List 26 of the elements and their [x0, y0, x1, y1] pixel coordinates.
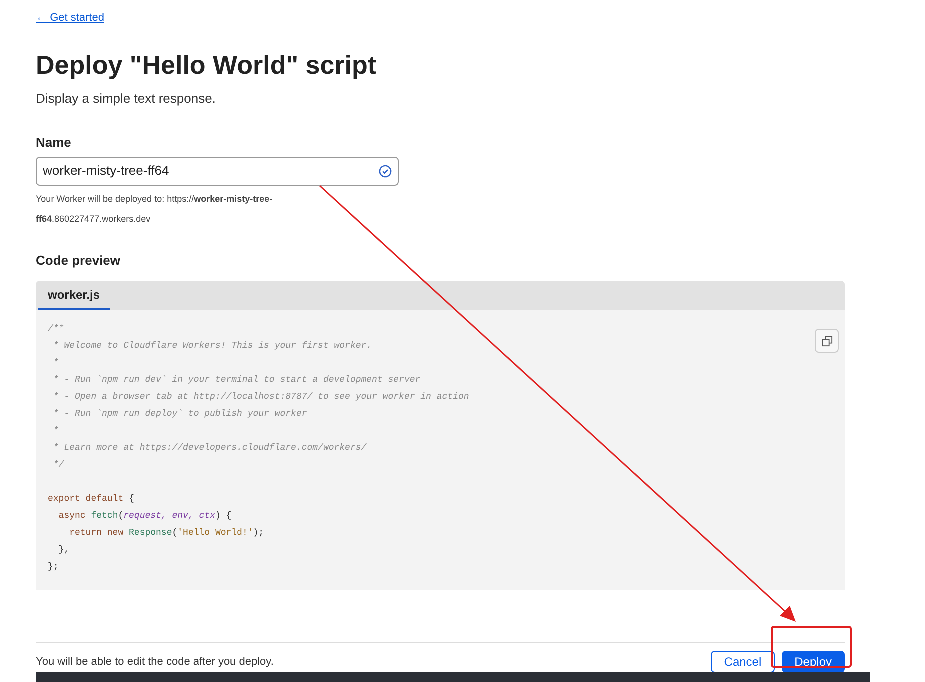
name-label: Name	[36, 134, 72, 152]
file-tab[interactable]: worker.js	[38, 281, 110, 310]
cancel-button[interactable]: Cancel	[711, 651, 775, 673]
code-line: };	[48, 561, 59, 574]
code-line: * - Run `npm run dev` in your terminal to start a development server	[52, 374, 421, 387]
code-line: export default {	[48, 493, 134, 506]
code-line: },	[58, 544, 70, 557]
code-preview-heading: Code preview	[36, 252, 122, 270]
copy-icon	[822, 336, 832, 346]
code-line: * Learn more at https://developers.cloudflare.com/workers/	[52, 442, 367, 455]
code-line: /**	[48, 323, 64, 336]
back-link[interactable]: ← Get started	[36, 10, 104, 26]
footer-note: You will be able to edit the code after you deploy.	[36, 654, 274, 670]
page-subtitle: Display a simple text response.	[36, 90, 217, 108]
code-line: * - Open a browser tab at http://localhost:8787/ to see your worker in action	[52, 391, 470, 404]
page-title: Deploy "Hello World" script	[36, 48, 378, 80]
copy-button[interactable]	[815, 329, 839, 353]
code-line: * Welcome to Cloudflare Workers! This is your first worker.	[52, 340, 372, 353]
code-line: */	[52, 459, 64, 472]
code-line: *	[52, 425, 59, 438]
code-line: * - Run `npm run deploy` to publish your worker	[52, 408, 308, 421]
code-line: async fetch(request, env, ctx) {	[58, 510, 232, 523]
name-field[interactable]: worker-misty-tree-ff64	[36, 156, 399, 186]
deploy-url-hint: Your Worker will be deployed to: https://worker-misty-tree-ff64.860227477.workers.dev	[36, 192, 274, 226]
code-line: *	[52, 357, 59, 370]
code-line: return new Response('Hello World!');	[68, 527, 264, 540]
